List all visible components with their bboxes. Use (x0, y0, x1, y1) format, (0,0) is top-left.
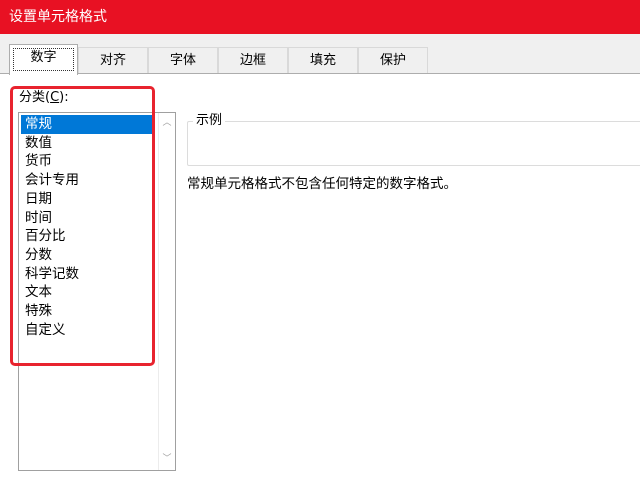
category-label-prefix: 分类( (19, 90, 51, 105)
category-label: 分类(C): (19, 89, 69, 107)
sample-legend: 示例 (193, 112, 226, 130)
dialog-title: 设置单元格格式 (9, 9, 107, 25)
category-label-suffix: ): (59, 90, 69, 105)
listbox-scrollbar[interactable]: ︿ ﹀ (158, 113, 175, 470)
list-item-general[interactable]: 常规 (21, 115, 155, 134)
list-item-scientific[interactable]: 科学记数 (21, 265, 155, 284)
list-item-special[interactable]: 特殊 (21, 302, 155, 321)
category-label-hotkey: C (50, 90, 60, 105)
tab-font-label: 字体 (169, 53, 196, 68)
format-description: 常规单元格格式不包含任何特定的数字格式。 (187, 176, 457, 192)
tab-font[interactable]: 字体 (148, 47, 218, 74)
scroll-down-icon[interactable]: ﹀ (159, 451, 175, 468)
dialog-title-bar[interactable]: 设置单元格格式 (0, 0, 640, 34)
tab-number[interactable]: 数字 (9, 44, 78, 75)
tab-border-label: 边框 (239, 53, 266, 68)
list-item-text[interactable]: 文本 (21, 283, 155, 302)
tab-protection[interactable]: 保护 (358, 47, 428, 74)
tab-protection-label: 保护 (379, 53, 406, 68)
scroll-up-icon[interactable]: ︿ (159, 115, 175, 132)
tab-fill-label: 填充 (309, 53, 336, 68)
list-item-date[interactable]: 日期 (21, 190, 155, 209)
tab-number-label: 数字 (30, 50, 57, 65)
list-item-accounting[interactable]: 会计专用 (21, 171, 155, 190)
list-item-custom[interactable]: 自定义 (21, 321, 155, 340)
tab-strip: 数字 对齐 字体 边框 填充 保护 (0, 34, 640, 75)
tab-fill[interactable]: 填充 (288, 47, 358, 74)
list-item-currency[interactable]: 货币 (21, 152, 155, 171)
tab-alignment-label: 对齐 (99, 53, 126, 68)
list-item-percentage[interactable]: 百分比 (21, 227, 155, 246)
tab-alignment[interactable]: 对齐 (78, 47, 148, 74)
sample-group (187, 121, 640, 166)
category-listbox[interactable]: 常规 数值 货币 会计专用 日期 时间 百分比 分数 科学记数 文本 特殊 自定… (18, 112, 176, 471)
list-item-time[interactable]: 时间 (21, 209, 155, 228)
tab-border[interactable]: 边框 (218, 47, 288, 74)
list-item-number[interactable]: 数值 (21, 134, 155, 153)
list-item-fraction[interactable]: 分数 (21, 246, 155, 265)
